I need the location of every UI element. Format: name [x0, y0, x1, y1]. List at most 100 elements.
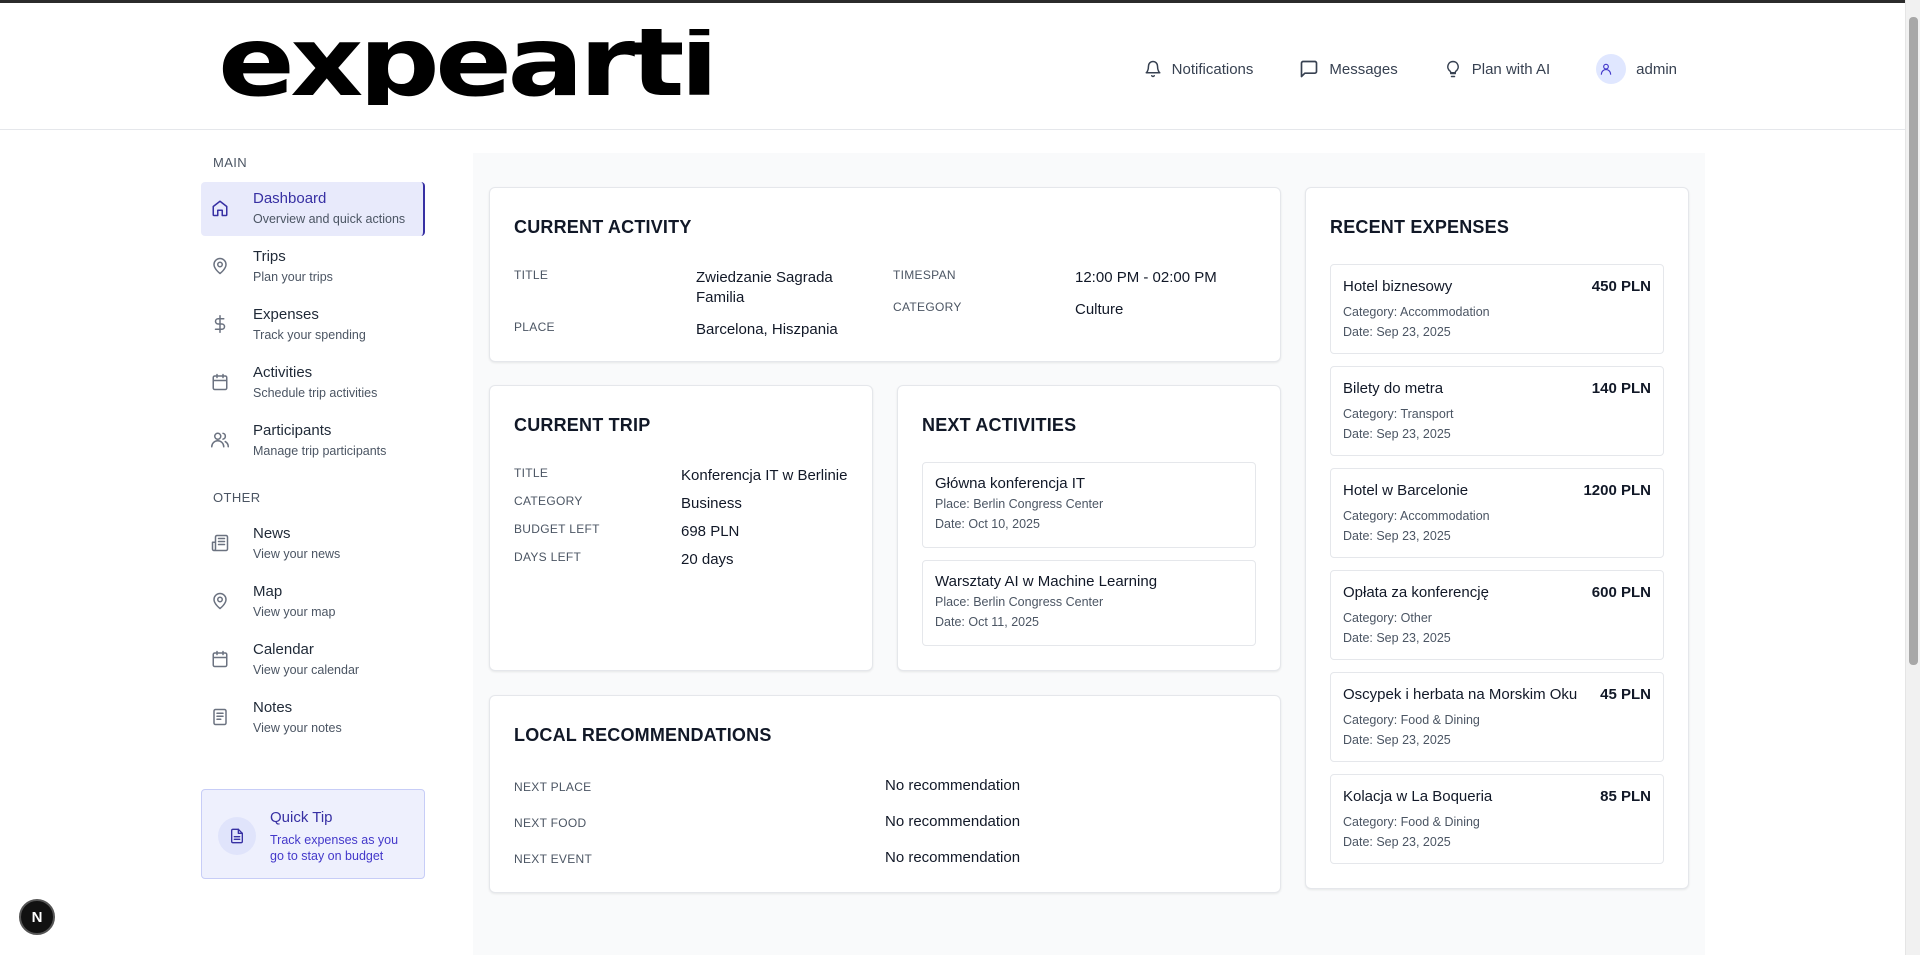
expense-date: Date: Sep 23, 2025	[1343, 631, 1451, 645]
activity-category-label: CATEGORY	[893, 300, 962, 314]
expense-title: Hotel biznesowy	[1343, 278, 1453, 295]
activity-timespan-value: 12:00 PM - 02:00 PM	[1075, 269, 1217, 286]
expense-amount: 1200 PLN	[1583, 482, 1651, 499]
sidebar-item-title: Activities	[253, 364, 313, 381]
expense-category: Category: Other	[1343, 611, 1432, 625]
sidebar-item-trips[interactable]: Trips Plan your trips	[201, 240, 425, 294]
sidebar-item-title: Dashboard	[253, 190, 327, 207]
current-trip-heading: CURRENT TRIP	[514, 415, 651, 435]
expense-item[interactable]: Hotel biznesowy 450 PLN Category: Accomm…	[1330, 264, 1664, 354]
expense-item[interactable]: Hotel w Barcelonie 1200 PLN Category: Ac…	[1330, 468, 1664, 558]
expense-date: Date: Sep 23, 2025	[1343, 835, 1451, 849]
quick-tip-card: Quick Tip Track expenses as you go to st…	[201, 789, 425, 879]
notifications-link[interactable]: Notifications	[1144, 60, 1254, 78]
sidebar-item-expenses[interactable]: Expenses Track your spending	[201, 298, 425, 352]
expense-category: Category: Accommodation	[1343, 305, 1490, 319]
tip-icon-circle	[218, 817, 256, 855]
activity-place-label: PLACE	[514, 320, 555, 334]
expense-date: Date: Sep 23, 2025	[1343, 529, 1451, 543]
scrollbar-thumb[interactable]	[1909, 17, 1918, 665]
sidebar-item-title: Notes	[253, 699, 293, 716]
expense-item[interactable]: Oscypek i herbata na Morskim Oku 45 PLN …	[1330, 672, 1664, 762]
logo[interactable]: expearti	[218, 29, 716, 105]
home-icon	[212, 200, 228, 217]
trip-budget-label: BUDGET LEFT	[514, 522, 600, 536]
next-activities-card: NEXT ACTIVITIES Główna konferencja IT Pl…	[897, 385, 1281, 671]
document-icon	[231, 828, 243, 844]
sidebar-item-subtitle: Schedule trip activities	[253, 386, 378, 400]
next-food-label: NEXT FOOD	[514, 816, 587, 830]
expense-date: Date: Sep 23, 2025	[1343, 733, 1451, 747]
expense-category: Category: Transport	[1343, 407, 1454, 421]
activity-item-date: Date: Oct 11, 2025	[935, 615, 1039, 629]
local-recommendations-heading: LOCAL RECOMMENDATIONS	[514, 725, 772, 745]
sidebar-item-participants[interactable]: Participants Manage trip participants	[201, 414, 425, 468]
messages-label: Messages	[1329, 60, 1398, 78]
notifications-label: Notifications	[1171, 60, 1254, 78]
trip-budget-value: 698 PLN	[681, 523, 740, 540]
quick-tip-title: Quick Tip	[270, 809, 333, 826]
expense-category: Category: Food & Dining	[1343, 815, 1480, 829]
sidebar-item-title: Map	[253, 583, 283, 600]
notes-icon	[213, 708, 227, 726]
current-activity-heading: CURRENT ACTIVITY	[514, 217, 692, 237]
sidebar-item-news[interactable]: News View your news	[201, 517, 425, 571]
next-activities-heading: NEXT ACTIVITIES	[922, 415, 1077, 435]
expense-title: Kolacja w La Boqueria	[1343, 788, 1493, 805]
svg-text:expearti: expearti	[218, 29, 714, 105]
page-scrollbar[interactable]	[1905, 0, 1920, 955]
avatar	[1596, 54, 1627, 84]
sidebar-item-subtitle: Overview and quick actions	[253, 212, 406, 226]
local-recommendations-card: LOCAL RECOMMENDATIONS NEXT PLACE No reco…	[489, 695, 1281, 893]
users-icon	[211, 432, 229, 448]
sidebar-item-subtitle: View your calendar	[253, 663, 360, 677]
sidebar-item-activities[interactable]: Activities Schedule trip activities	[201, 356, 425, 410]
expense-amount: 600 PLN	[1591, 584, 1651, 601]
calendar-icon	[212, 650, 228, 668]
dev-tools-badge[interactable]: N	[19, 899, 55, 935]
next-place-label: NEXT PLACE	[514, 780, 592, 794]
user-name: admin	[1636, 60, 1677, 78]
activity-place-value: Barcelona, Hiszpania	[696, 321, 838, 338]
current-activity-card: CURRENT ACTIVITY TITLE Zwiedzanie Sagrad…	[489, 187, 1281, 362]
recent-expenses-card: RECENT EXPENSES Hotel biznesowy 450 PLN …	[1305, 187, 1689, 889]
calendar-icon	[212, 373, 228, 391]
quick-tip-text: Track expenses as you go to stay on budg…	[270, 833, 399, 863]
sidebar-item-subtitle: View your news	[253, 547, 341, 561]
user-icon	[1600, 63, 1612, 75]
next-food-value: No recommendation	[885, 813, 1021, 830]
section-label-main: MAIN	[213, 155, 248, 170]
message-icon	[1301, 60, 1318, 78]
trip-days-value: 20 days	[681, 551, 734, 568]
next-event-label: NEXT EVENT	[514, 852, 593, 866]
sidebar-item-subtitle: Manage trip participants	[253, 444, 387, 458]
sidebar-item-notes[interactable]: Notes View your notes	[201, 691, 425, 745]
sidebar-item-subtitle: Plan your trips	[253, 270, 333, 284]
main-content: CURRENT ACTIVITY TITLE Zwiedzanie Sagrad…	[473, 153, 1705, 955]
recent-expenses-heading: RECENT EXPENSES	[1330, 217, 1510, 237]
activity-item[interactable]: Główna konferencja IT Place: Berlin Cong…	[922, 462, 1256, 548]
sidebar-item-title: Trips	[253, 248, 286, 265]
next-place-value: No recommendation	[885, 777, 1021, 794]
sidebar-item-title: Participants	[253, 422, 332, 439]
expense-item[interactable]: Kolacja w La Boqueria 85 PLN Category: F…	[1330, 774, 1664, 864]
sidebar-item-subtitle: View your map	[253, 605, 336, 619]
activity-item[interactable]: Warsztaty AI w Machine Learning Place: B…	[922, 560, 1256, 646]
activity-item-place: Place: Berlin Congress Center	[935, 497, 1104, 511]
plan-with-ai-link[interactable]: Plan with AI	[1444, 60, 1550, 78]
expense-item[interactable]: Opłata za konferencję 600 PLN Category: …	[1330, 570, 1664, 660]
sidebar-item-map[interactable]: Map View your map	[201, 575, 425, 629]
newspaper-icon	[211, 534, 229, 552]
sidebar-item-calendar[interactable]: Calendar View your calendar	[201, 633, 425, 687]
messages-link[interactable]: Messages	[1299, 59, 1398, 79]
expense-item[interactable]: Bilety do metra 140 PLN Category: Transp…	[1330, 366, 1664, 456]
map-pin-icon	[213, 592, 227, 610]
sidebar-item-dashboard[interactable]: Dashboard Overview and quick actions	[201, 182, 425, 236]
next-event-value: No recommendation	[885, 849, 1021, 866]
user-menu[interactable]: admin	[1596, 54, 1677, 84]
activity-item-date: Date: Oct 10, 2025	[935, 517, 1040, 531]
activity-timespan-label: TIMESPAN	[893, 268, 956, 282]
lightbulb-icon	[1446, 60, 1459, 78]
sidebar-item-title: Expenses	[253, 306, 319, 323]
expense-date: Date: Sep 23, 2025	[1343, 427, 1451, 441]
